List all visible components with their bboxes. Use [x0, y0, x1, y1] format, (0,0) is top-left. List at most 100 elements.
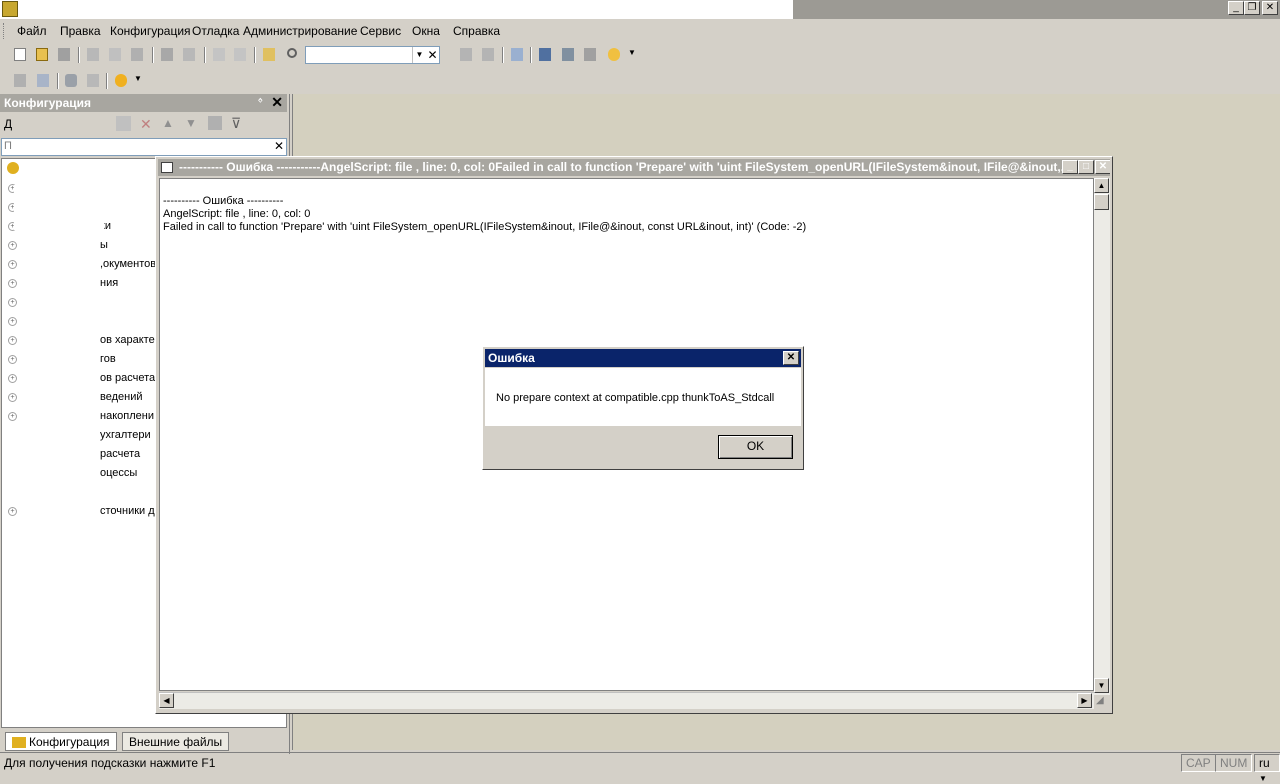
sort-icon[interactable]: [208, 116, 222, 130]
debug-options-icon[interactable]: ▼: [131, 72, 149, 90]
tree-item-label: гов: [100, 353, 116, 365]
expand-icon[interactable]: +: [8, 298, 17, 307]
redacted-area: [14, 185, 104, 230]
move-down-icon[interactable]: ▼: [185, 116, 197, 130]
menu-bar: Файл Правка Конфигурация Отладка Админис…: [0, 20, 1280, 42]
panel-toolbar: Д ✕ ▲ ▼ ⊽: [0, 113, 287, 137]
tab-external-files[interactable]: Внешние файлы: [122, 732, 230, 751]
error-window-title: ----------- Ошибка -----------AngelScrip…: [179, 160, 1071, 174]
scroll-up-icon[interactable]: ▲: [1094, 178, 1109, 193]
database-icon[interactable]: [62, 72, 80, 90]
syntax-assistant-icon[interactable]: [536, 46, 554, 64]
minimize-button[interactable]: _: [1228, 1, 1244, 15]
find-next-icon[interactable]: [457, 46, 475, 64]
start-debugging-icon[interactable]: [112, 72, 130, 90]
menu-windows[interactable]: Окна: [412, 24, 440, 38]
redo-icon[interactable]: [231, 46, 249, 64]
windows-icon[interactable]: [508, 46, 526, 64]
expand-icon[interactable]: +: [8, 412, 17, 421]
vertical-scrollbar[interactable]: ▲ ▼: [1094, 178, 1110, 695]
title-area: [0, 0, 793, 19]
filter-icon[interactable]: ⊽: [231, 115, 241, 132]
panel-tabs: Конфигурация Внешние файлы: [0, 730, 290, 754]
tab-configuration[interactable]: Конфигурация: [5, 732, 117, 751]
pin-icon[interactable]: ᛜ: [258, 96, 263, 106]
chevron-down-icon[interactable]: ▼: [412, 47, 426, 63]
actions-menu[interactable]: Д: [4, 117, 12, 131]
resize-grip-icon[interactable]: ◢: [1096, 695, 1110, 709]
scroll-thumb[interactable]: [1094, 194, 1109, 210]
separator: [254, 47, 256, 63]
status-bar: Для получения подсказки нажмите F1 CAP N…: [0, 752, 1280, 783]
language-indicator[interactable]: ru ▼: [1254, 754, 1280, 783]
help-search-icon[interactable]: [559, 46, 577, 64]
expand-icon[interactable]: +: [8, 279, 17, 288]
search-icon[interactable]: [284, 46, 302, 64]
error-dialog: Ошибка ✕ No prepare context at compatibl…: [482, 346, 804, 470]
panel-search-input[interactable]: П ✕: [1, 138, 287, 156]
delete-icon[interactable]: ✕: [140, 116, 152, 133]
standard-toolbar: ▼: [0, 42, 1280, 68]
menu-edit[interactable]: Правка: [60, 24, 101, 38]
window-icon[interactable]: [161, 162, 173, 173]
tab-label: Конфигурация: [29, 735, 110, 749]
window-title-bar: _ ❐ ✕: [0, 0, 1280, 19]
tree-item-label: оцессы: [100, 467, 138, 479]
menu-help[interactable]: Справка: [453, 24, 500, 38]
maximize-button[interactable]: □: [1078, 160, 1094, 174]
menu-configuration[interactable]: Конфигурация: [110, 24, 191, 38]
copy-icon[interactable]: [116, 116, 131, 131]
close-icon[interactable]: ✕: [783, 351, 799, 365]
minimize-button[interactable]: _: [1062, 160, 1078, 174]
menu-service[interactable]: Сервис: [360, 24, 401, 38]
undo-icon[interactable]: [210, 46, 228, 64]
restore-button[interactable]: ❐: [1244, 1, 1260, 15]
open-icon[interactable]: [33, 46, 51, 64]
copy-icon[interactable]: [106, 46, 124, 64]
close-icon[interactable]: ✕: [271, 94, 283, 111]
scroll-right-icon[interactable]: ▶: [1077, 693, 1092, 708]
expand-icon[interactable]: +: [8, 355, 17, 364]
find-prev-icon[interactable]: [479, 46, 497, 64]
close-button[interactable]: ✕: [1095, 160, 1110, 174]
separator: [106, 73, 108, 89]
expand-icon[interactable]: +: [8, 393, 17, 402]
ok-button[interactable]: OK: [718, 435, 793, 459]
preview-icon[interactable]: [180, 46, 198, 64]
tree-item-label: ов характе: [100, 334, 155, 346]
expand-icon[interactable]: +: [8, 374, 17, 383]
panel-title-bar: Конфигурация ᛜ ✕: [0, 94, 287, 112]
config-compare-icon[interactable]: [34, 72, 52, 90]
expand-icon[interactable]: +: [8, 241, 17, 250]
menu-debug[interactable]: Отладка: [192, 24, 239, 38]
find-in-files-icon[interactable]: [260, 46, 278, 64]
new-icon[interactable]: [11, 46, 29, 64]
config-open-icon[interactable]: [11, 72, 29, 90]
print-icon[interactable]: [158, 46, 176, 64]
menu-administration[interactable]: Администрирование: [243, 24, 357, 38]
app-icon[interactable]: [2, 1, 18, 17]
search-input[interactable]: ▼ ✕: [305, 46, 440, 64]
menu-file[interactable]: Файл: [17, 24, 47, 38]
scroll-left-icon[interactable]: ◀: [159, 693, 174, 708]
horizontal-scrollbar[interactable]: ◀ ▶: [159, 692, 1094, 709]
cut-icon[interactable]: [84, 46, 102, 64]
expand-icon[interactable]: +: [8, 507, 17, 516]
scroll-down-icon[interactable]: ▼: [1094, 678, 1109, 693]
dialog-message: No prepare context at compatible.cpp thu…: [496, 392, 775, 404]
clear-search-icon[interactable]: ✕: [426, 47, 439, 63]
toolbar-options-icon[interactable]: ▼: [625, 46, 643, 64]
config-root-icon[interactable]: [7, 162, 19, 174]
clear-search-icon[interactable]: ✕: [274, 139, 284, 153]
move-up-icon[interactable]: ▲: [162, 116, 174, 130]
close-button[interactable]: ✕: [1262, 1, 1278, 15]
help-content-icon[interactable]: [581, 46, 599, 64]
expand-icon[interactable]: +: [8, 317, 17, 326]
paste-icon[interactable]: [128, 46, 146, 64]
update-config-icon[interactable]: [84, 72, 102, 90]
separator: [502, 47, 504, 63]
expand-icon[interactable]: +: [8, 336, 17, 345]
info-icon[interactable]: [605, 46, 623, 64]
expand-icon[interactable]: +: [8, 260, 17, 269]
save-icon[interactable]: [55, 46, 73, 64]
